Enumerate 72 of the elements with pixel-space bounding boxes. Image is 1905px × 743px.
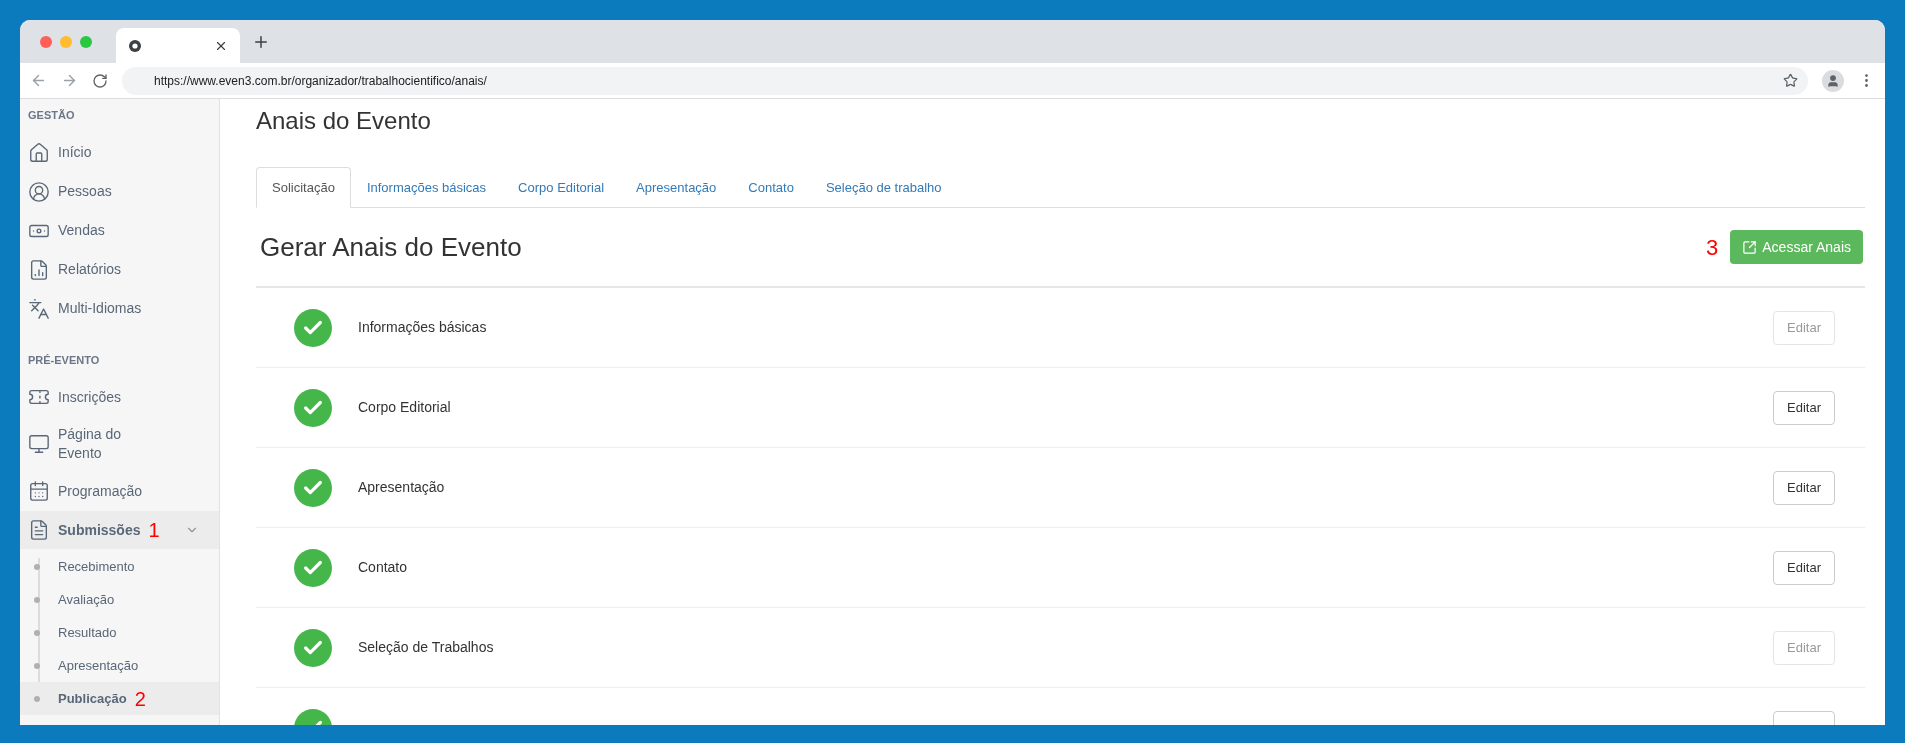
sidebar-label: Página do Evento bbox=[58, 425, 123, 463]
calendar-icon bbox=[28, 480, 50, 502]
address-bar[interactable]: https://www.even3.com.br/organizador/trabalhocientifico/anais/ bbox=[122, 66, 1808, 95]
sidebar-label: Vendas bbox=[58, 221, 105, 240]
bullet-icon bbox=[34, 629, 40, 636]
external-link-icon bbox=[1742, 239, 1758, 255]
sidebar-label: Submissões bbox=[58, 520, 141, 540]
step-label: Informações básicas bbox=[358, 318, 487, 337]
sidebar-label: Inscrições bbox=[58, 387, 122, 407]
tab[interactable]: Informações básicas bbox=[350, 167, 503, 208]
tab[interactable]: Solicitação bbox=[256, 167, 351, 208]
tab[interactable]: Apresentação bbox=[620, 167, 733, 208]
reload-icon[interactable] bbox=[92, 72, 108, 89]
annotation-number: 3 bbox=[1706, 233, 1719, 262]
edit-button[interactable]: Editar bbox=[1773, 470, 1835, 505]
sidebar-item[interactable]: Programação bbox=[20, 472, 219, 510]
browser-tab[interactable] bbox=[116, 28, 240, 63]
tab[interactable]: Seleção de trabalho bbox=[809, 167, 958, 208]
sidebar-item[interactable]: Multi-Idiomas bbox=[20, 289, 219, 328]
step-label: Apresentação bbox=[358, 478, 445, 497]
back-icon[interactable] bbox=[30, 72, 47, 89]
close-window-icon[interactable] bbox=[40, 35, 52, 48]
step-label: Contato bbox=[358, 558, 408, 577]
submenu-label: Resultado bbox=[58, 623, 117, 642]
bullet-icon bbox=[34, 662, 40, 669]
sidebar-label: Programação bbox=[58, 481, 143, 501]
section-heading: GESTÃO bbox=[27, 108, 76, 123]
sidebar-label: Início bbox=[58, 143, 92, 162]
submenu-item[interactable]: Resultado bbox=[20, 616, 219, 649]
submenu-item[interactable]: Recebimento bbox=[20, 550, 219, 583]
submenu-label: Avaliação bbox=[58, 590, 115, 609]
sidebar-item[interactable]: Vendas bbox=[20, 211, 219, 250]
step-label: Corpo Editorial bbox=[358, 398, 451, 417]
edit-button[interactable]: Editar bbox=[1773, 390, 1835, 425]
sidebar-label: Multi-Idiomas bbox=[58, 299, 142, 318]
section-title: Gerar Anais do Evento bbox=[260, 230, 522, 264]
star-icon[interactable] bbox=[1783, 73, 1798, 88]
bullet-icon bbox=[34, 695, 40, 702]
sidebar-label: Relatórios bbox=[58, 260, 122, 279]
chart-document-icon bbox=[28, 258, 50, 281]
sidebar-label: Pessoas bbox=[58, 182, 112, 201]
translate-icon bbox=[28, 297, 50, 320]
person-circle-icon bbox=[28, 180, 50, 203]
url-text: https://www.even3.com.br/organizador/trabalhocientifico/anais/ bbox=[154, 72, 487, 90]
submenu-item[interactable]: Publicação 2 bbox=[20, 682, 219, 715]
sidebar-item[interactable]: Página do Evento bbox=[20, 417, 219, 471]
submenu-label: Recebimento bbox=[58, 557, 135, 576]
submenu-item[interactable]: Apresentação bbox=[20, 649, 219, 682]
edit-button[interactable]: Editar bbox=[1773, 550, 1835, 585]
tab[interactable]: Corpo Editorial bbox=[502, 167, 621, 208]
house-icon bbox=[28, 141, 50, 164]
sidebar-item[interactable]: Pessoas bbox=[20, 172, 219, 211]
sidebar-item[interactable]: Relatórios bbox=[20, 250, 219, 289]
submenu-item[interactable]: Avaliação bbox=[20, 583, 219, 616]
sidebar-item[interactable]: Submissões 1 bbox=[20, 511, 219, 549]
forward-icon[interactable] bbox=[61, 72, 78, 89]
browser-logo-icon bbox=[128, 38, 142, 53]
tab[interactable]: Contato bbox=[732, 167, 810, 208]
section-heading: PRÉ-EVENTO bbox=[27, 352, 101, 368]
document-icon bbox=[28, 519, 50, 541]
sidebar-item[interactable]: Início bbox=[20, 133, 219, 172]
submenu-label: Publicação bbox=[58, 689, 127, 708]
bullet-icon bbox=[34, 596, 40, 603]
profile-icon[interactable] bbox=[1822, 69, 1844, 92]
bullet-icon bbox=[34, 563, 40, 570]
submenu-label: Apresentação bbox=[58, 656, 139, 675]
annotation-number: 2 bbox=[134, 688, 146, 709]
annotation-number: 1 bbox=[148, 520, 160, 540]
monitor-icon bbox=[28, 433, 50, 455]
sidebar-item[interactable]: Inscrições bbox=[20, 378, 219, 416]
step-label: Seleção de Trabalhos bbox=[358, 638, 494, 657]
page-title: Anais do Evento bbox=[256, 106, 432, 136]
